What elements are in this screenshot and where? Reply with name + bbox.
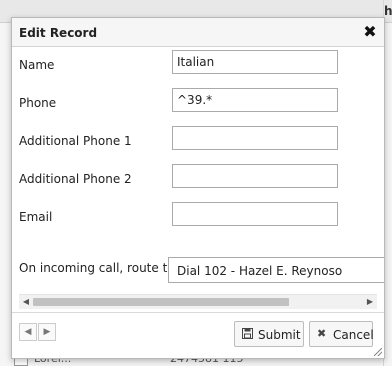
field-row-route: On incoming call, route to Dial 102 - Ha… [12, 257, 384, 287]
additional-phone-1-label: Additional Phone 1 [19, 134, 132, 148]
close-icon: ✖ [317, 327, 327, 340]
route-select-value: Dial 102 - Hazel E. Reynoso [177, 264, 343, 278]
route-label: On incoming call, route to [19, 261, 175, 275]
prev-record-button[interactable]: ◀ [19, 323, 37, 341]
horizontal-scrollbar[interactable]: ◀ ▶ [19, 294, 377, 309]
additional-phone-1-field[interactable] [172, 126, 338, 150]
phone-label: Phone [19, 96, 57, 110]
email-label: Email [19, 210, 53, 224]
field-row-name: Name Italian [12, 50, 384, 80]
email-field[interactable] [172, 202, 338, 226]
field-row-additional-phone-2: Additional Phone 2 [12, 164, 384, 194]
resize-grip-icon[interactable] [374, 348, 382, 356]
dialog-titlebar[interactable]: Edit Record ✖ [12, 18, 384, 47]
cancel-label: Cancel [333, 328, 374, 342]
close-icon[interactable]: ✖ [362, 24, 378, 40]
dialog-footer: ◀ ▶ Submit ✖ Cancel [12, 312, 384, 358]
cancel-button[interactable]: ✖ Cancel [309, 321, 374, 347]
additional-phone-2-field[interactable] [172, 164, 338, 188]
scroll-right-arrow-icon[interactable]: ▶ [365, 297, 375, 307]
route-select[interactable]: Dial 102 - Hazel E. Reynoso [168, 257, 384, 283]
edit-record-dialog: Edit Record ✖ Name Italian Phone ^39.* A… [11, 17, 385, 359]
field-row-additional-phone-1: Additional Phone 1 [12, 126, 384, 156]
name-field[interactable]: Italian [172, 50, 338, 74]
phone-field[interactable]: ^39.* [172, 88, 338, 112]
record-form: Name Italian Phone ^39.* Additional Phon… [12, 46, 384, 288]
field-row-phone: Phone ^39.* [12, 88, 384, 118]
field-row-email: Email [12, 202, 384, 232]
additional-phone-2-label: Additional Phone 2 [19, 172, 132, 186]
grid-header-fragment: h [384, 4, 392, 18]
scroll-left-arrow-icon[interactable]: ◀ [21, 297, 31, 307]
name-label: Name [19, 58, 55, 72]
submit-button[interactable]: Submit [234, 321, 304, 347]
dialog-title: Edit Record [19, 26, 98, 40]
scrollbar-thumb[interactable] [33, 298, 289, 306]
submit-label: Submit [258, 328, 301, 342]
next-record-button[interactable]: ▶ [38, 323, 56, 341]
save-icon [242, 328, 253, 339]
